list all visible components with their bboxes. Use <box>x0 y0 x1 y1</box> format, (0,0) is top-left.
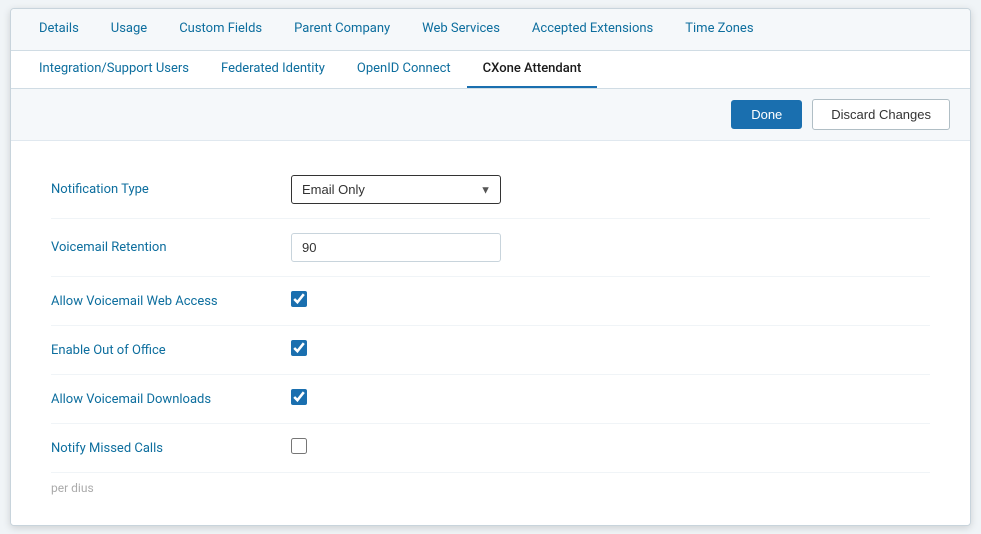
allow-voicemail-web-access-checkbox[interactable] <box>291 291 307 307</box>
app-window: Details Usage Custom Fields Parent Compa… <box>10 8 971 526</box>
tab-openid-connect[interactable]: OpenID Connect <box>341 51 467 88</box>
allow-voicemail-web-access-label: Allow Voicemail Web Access <box>51 294 291 309</box>
voicemail-retention-control <box>291 233 930 262</box>
notify-missed-calls-row: Notify Missed Calls <box>51 424 930 473</box>
voicemail-retention-label: Voicemail Retention <box>51 240 291 255</box>
form-content: Notification Type Email Only SMS Only Em… <box>11 141 970 525</box>
tab-federated-identity[interactable]: Federated Identity <box>205 51 341 88</box>
allow-voicemail-downloads-label: Allow Voicemail Downloads <box>51 392 291 407</box>
notification-type-row: Notification Type Email Only SMS Only Em… <box>51 161 930 219</box>
allow-voicemail-web-access-control <box>291 291 930 311</box>
notification-type-control: Email Only SMS Only Email and SMS None ▼ <box>291 175 930 204</box>
enable-out-of-office-row: Enable Out of Office <box>51 326 930 375</box>
allow-voicemail-web-access-row: Allow Voicemail Web Access <box>51 277 930 326</box>
enable-out-of-office-checkbox[interactable] <box>291 340 307 356</box>
tab-web-services[interactable]: Web Services <box>406 9 516 50</box>
partial-bottom-text: per dius <box>51 473 930 495</box>
tab-parent-company[interactable]: Parent Company <box>278 9 406 50</box>
allow-voicemail-downloads-checkbox[interactable] <box>291 389 307 405</box>
tab-custom-fields[interactable]: Custom Fields <box>163 9 278 50</box>
notify-missed-calls-control <box>291 438 930 458</box>
top-tab-bar: Details Usage Custom Fields Parent Compa… <box>11 9 970 51</box>
tab-accepted-extensions[interactable]: Accepted Extensions <box>516 9 669 50</box>
notification-type-label: Notification Type <box>51 182 291 197</box>
tab-time-zones[interactable]: Time Zones <box>669 9 769 50</box>
action-toolbar: Done Discard Changes <box>11 89 970 141</box>
enable-out-of-office-control <box>291 340 930 360</box>
notify-missed-calls-label: Notify Missed Calls <box>51 441 291 456</box>
tab-details[interactable]: Details <box>23 9 95 50</box>
tab-integration-support[interactable]: Integration/Support Users <box>23 51 205 88</box>
enable-out-of-office-label: Enable Out of Office <box>51 343 291 358</box>
notification-type-select-wrapper: Email Only SMS Only Email and SMS None ▼ <box>291 175 501 204</box>
notification-type-select[interactable]: Email Only SMS Only Email and SMS None <box>291 175 501 204</box>
voicemail-retention-row: Voicemail Retention <box>51 219 930 277</box>
voicemail-retention-input[interactable] <box>291 233 501 262</box>
tab-usage[interactable]: Usage <box>95 9 163 50</box>
tab-cxone-attendant[interactable]: CXone Attendant <box>467 51 598 88</box>
discard-button[interactable]: Discard Changes <box>812 99 950 130</box>
allow-voicemail-downloads-control <box>291 389 930 409</box>
second-tab-bar: Integration/Support Users Federated Iden… <box>11 51 970 89</box>
allow-voicemail-downloads-row: Allow Voicemail Downloads <box>51 375 930 424</box>
done-button[interactable]: Done <box>731 100 802 129</box>
notify-missed-calls-checkbox[interactable] <box>291 438 307 454</box>
